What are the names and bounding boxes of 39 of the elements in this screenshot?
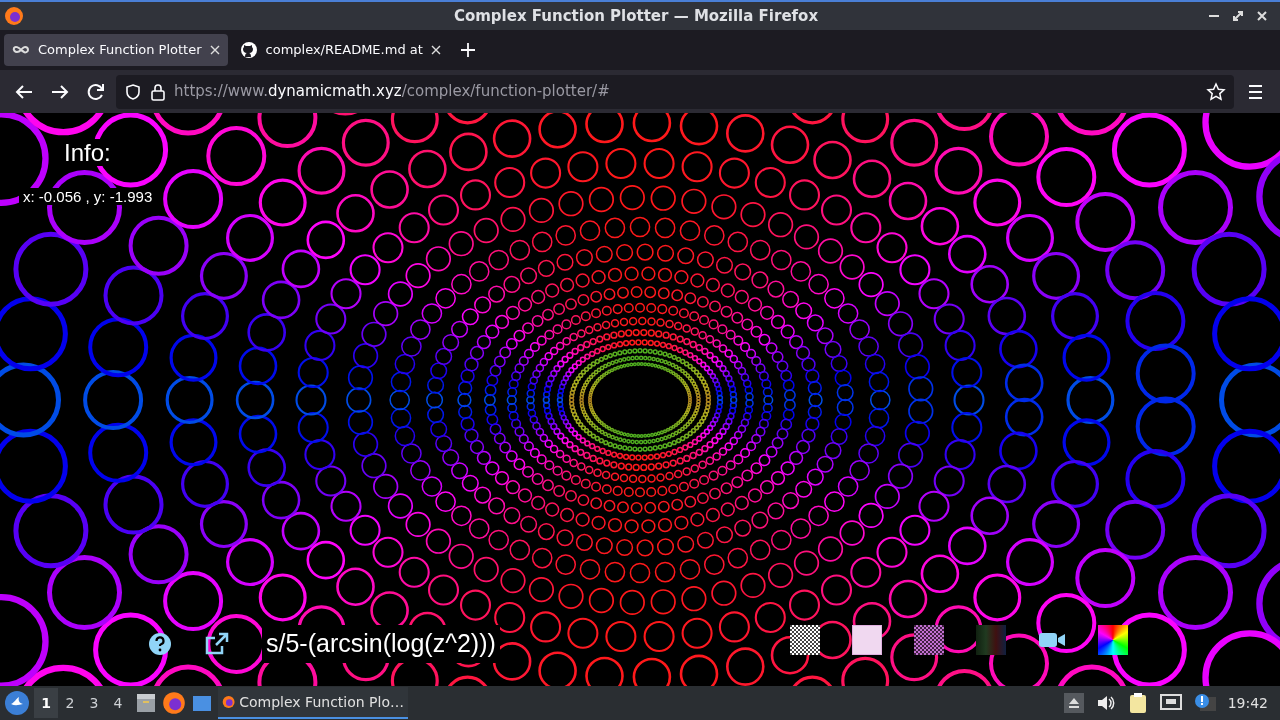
- clipboard-icon[interactable]: [1127, 692, 1148, 714]
- workspace-button[interactable]: 3: [82, 688, 106, 718]
- eject-icon[interactable]: [1063, 693, 1084, 713]
- firefox-icon: [4, 6, 24, 26]
- external-link-icon[interactable]: [204, 631, 230, 656]
- plot-drawing[interactable]: [0, 113, 1280, 686]
- video-camera-icon[interactable]: [1038, 630, 1066, 650]
- help-icon[interactable]: [148, 631, 172, 656]
- browser-tab[interactable]: Complex Function Plotter: [4, 34, 228, 66]
- checker-texture-swatch[interactable]: [790, 625, 820, 655]
- network-icon[interactable]: [1159, 693, 1182, 713]
- address-bar[interactable]: https://www.dynamicmath.xyz/complex/function-plotter/#: [116, 74, 1234, 109]
- clock: 19:42: [1227, 693, 1268, 713]
- stripe-texture-swatch[interactable]: [976, 625, 1006, 655]
- grid-texture-swatch[interactable]: [852, 625, 882, 655]
- lock-icon: [150, 82, 166, 101]
- workspace-button[interactable]: 2: [58, 688, 82, 718]
- color-wheel-swatch[interactable]: [1098, 625, 1128, 655]
- maximize-icon[interactable]: [1232, 10, 1244, 22]
- url-text: https://www.dynamicmath.xyz/complex/function-plotter/#: [174, 81, 610, 103]
- close-icon[interactable]: [209, 45, 220, 55]
- start-menu-icon[interactable]: [4, 690, 30, 716]
- github-icon: [239, 41, 258, 59]
- function-expression[interactable]: s/5-(arcsin(log(z^2))): [262, 625, 500, 663]
- window-title: Complex Function Plotter — Mozilla Firefox: [453, 5, 819, 27]
- firefox-icon[interactable]: [162, 691, 186, 715]
- notification-icon[interactable]: [1193, 693, 1216, 713]
- taskbar-window-button[interactable]: Complex Function Plo…: [218, 687, 408, 719]
- volume-icon[interactable]: [1095, 693, 1116, 713]
- shield-icon: [124, 82, 142, 101]
- browser-tab[interactable]: complex/README.md at: [231, 34, 449, 66]
- infinity-icon: [12, 44, 30, 56]
- file-manager-icon[interactable]: [134, 691, 158, 715]
- workspace-button[interactable]: 4: [106, 688, 130, 718]
- workspace-button[interactable]: 1: [34, 688, 58, 718]
- bookmark-star-icon[interactable]: [1206, 81, 1226, 102]
- close-icon[interactable]: [430, 45, 441, 55]
- dotted-texture-swatch[interactable]: [914, 625, 944, 655]
- close-icon[interactable]: [1256, 10, 1268, 22]
